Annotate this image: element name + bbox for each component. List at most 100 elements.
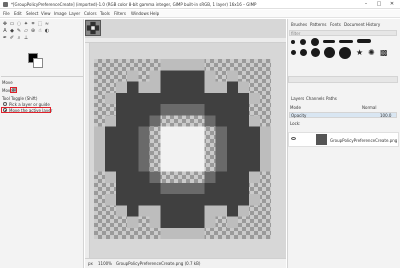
mode-label: Mode [290, 105, 301, 110]
color-picker-tool-icon[interactable]: ✐ [9, 35, 15, 41]
lasso-tool-icon[interactable]: ◌ [16, 21, 22, 27]
tool-options-divider [1, 76, 83, 77]
brush-preset[interactable] [339, 47, 351, 59]
move-tool-icon[interactable]: ✥ [2, 21, 8, 27]
text-tool-icon[interactable]: A [2, 28, 8, 34]
bucket-fill-tool-icon[interactable]: ◆ [9, 28, 15, 34]
brush-filter-input[interactable] [289, 30, 397, 36]
gear-pixel [138, 81, 150, 93]
star-brush-icon[interactable]: ★ [356, 49, 364, 57]
gear-pixel [226, 205, 238, 217]
gear-pixel [193, 92, 205, 104]
gear-pixel [116, 92, 128, 104]
gear-pixel [237, 92, 249, 104]
tab-patterns[interactable]: Patterns [310, 22, 326, 27]
gear-pixel [127, 104, 139, 116]
gear-pixel [215, 81, 227, 93]
crop-tool-icon[interactable]: ⌗ [30, 21, 36, 27]
gear-pixel [215, 137, 227, 149]
tab-layers[interactable]: Layers [291, 96, 304, 101]
gear-pixel [116, 104, 128, 116]
menu-windows[interactable]: Windows [131, 11, 149, 16]
maximize-button[interactable]: □ [373, 1, 385, 8]
gear-pixel [248, 149, 260, 161]
menu-layer[interactable]: Layer [69, 11, 80, 16]
rect-select-tool-icon[interactable]: ▭ [9, 21, 15, 27]
gear-pixel [171, 227, 183, 239]
zoom-tool-icon[interactable]: ⌕ [16, 35, 22, 41]
gear-pixel [248, 171, 260, 183]
visibility-eye-icon[interactable] [291, 137, 296, 140]
brush-preset[interactable] [291, 50, 296, 55]
gear-pixel [193, 182, 205, 194]
brush-preset[interactable] [300, 49, 307, 56]
menu-edit[interactable]: Edit [14, 11, 22, 16]
pick-layer-radio[interactable] [3, 102, 7, 106]
tab-fonts[interactable]: Fonts [330, 22, 341, 27]
smudge-tool-icon[interactable]: ☝ [37, 28, 43, 34]
gear-pixel [171, 194, 183, 206]
gear-pixel [215, 160, 227, 172]
gear-pixel [160, 126, 172, 138]
gear-pixel [182, 81, 194, 93]
brush-tags-bar [288, 76, 398, 83]
tab-brushes[interactable]: Brushes [291, 22, 307, 27]
brush-preset[interactable] [323, 40, 335, 43]
measure-tool-icon[interactable]: ⟂ [23, 35, 29, 41]
gear-pixel [182, 149, 194, 161]
gear-pixel [149, 81, 161, 93]
unified-transform-tool-icon[interactable]: ⬚ [37, 21, 43, 27]
menu-view[interactable]: View [41, 11, 51, 16]
brush-preset[interactable] [300, 39, 306, 45]
dodge-tool-icon[interactable]: ◐ [44, 28, 50, 34]
gear-pixel [237, 182, 249, 194]
image-tab-thumbnail[interactable] [85, 20, 101, 36]
fuzzy-select-tool-icon[interactable]: ✦ [23, 21, 29, 27]
gear-pixel [226, 160, 238, 172]
eraser-tool-icon[interactable]: ▱ [23, 28, 29, 34]
paintbrush-tool-icon[interactable]: ✎ [16, 28, 22, 34]
gear-pixel [182, 137, 194, 149]
gear-pixel [259, 149, 271, 161]
menu-image[interactable]: Image [54, 11, 67, 16]
background-color-swatch[interactable] [33, 58, 43, 68]
brush-preset[interactable] [311, 48, 320, 57]
tab-document-history[interactable]: Document History [344, 22, 380, 27]
gear-pixel [127, 149, 139, 161]
gear-pixel [182, 104, 194, 116]
image-canvas[interactable] [94, 59, 271, 239]
menu-filters[interactable]: Filters [114, 11, 126, 16]
menu-select[interactable]: Select [26, 11, 38, 16]
toolbox-panel [0, 19, 84, 268]
annotation-highlight-move-mode [10, 87, 17, 93]
brush-preset[interactable] [324, 47, 335, 58]
brush-preset[interactable] [311, 38, 319, 46]
gear-pixel [127, 160, 139, 172]
path-tool-icon[interactable]: ✒ [2, 35, 8, 41]
clone-tool-icon[interactable]: ⊕ [30, 28, 36, 34]
menu-colors[interactable]: Colors [84, 11, 97, 16]
gear-pixel [204, 216, 216, 228]
tab-channels[interactable]: Channels [306, 96, 325, 101]
window-title: *[GroupPolicyPreferenceCreate] (imported… [11, 2, 257, 7]
tab-paths[interactable]: Paths [326, 96, 337, 101]
tool-toggle-label: Tool Toggle (Shift) [2, 96, 38, 101]
close-button[interactable]: ✕ [386, 1, 398, 8]
opacity-value: 100.0 [380, 113, 392, 118]
layer-name[interactable]: GroupPolicyPreferenceCreate.png [330, 138, 397, 143]
mode-dropdown[interactable]: Normal [362, 105, 376, 110]
texture-brush-icon[interactable]: ▩ [380, 49, 388, 57]
menu-help[interactable]: Help [150, 11, 159, 16]
menu-tools[interactable]: Tools [100, 11, 110, 16]
warp-tool-icon[interactable]: ≈ [44, 21, 50, 27]
brush-preset[interactable] [339, 40, 353, 43]
minimize-button[interactable]: – [360, 1, 372, 8]
menu-file[interactable]: File [3, 11, 10, 16]
gear-pixel [160, 227, 172, 239]
gear-pixel [182, 216, 194, 228]
brush-preset[interactable] [291, 40, 295, 44]
zoom-level[interactable]: 1100% [98, 261, 112, 266]
brush-preset[interactable] [357, 39, 371, 43]
splatter-brush-icon[interactable]: ✺ [368, 49, 376, 57]
unit-selector[interactable]: px [88, 261, 93, 266]
